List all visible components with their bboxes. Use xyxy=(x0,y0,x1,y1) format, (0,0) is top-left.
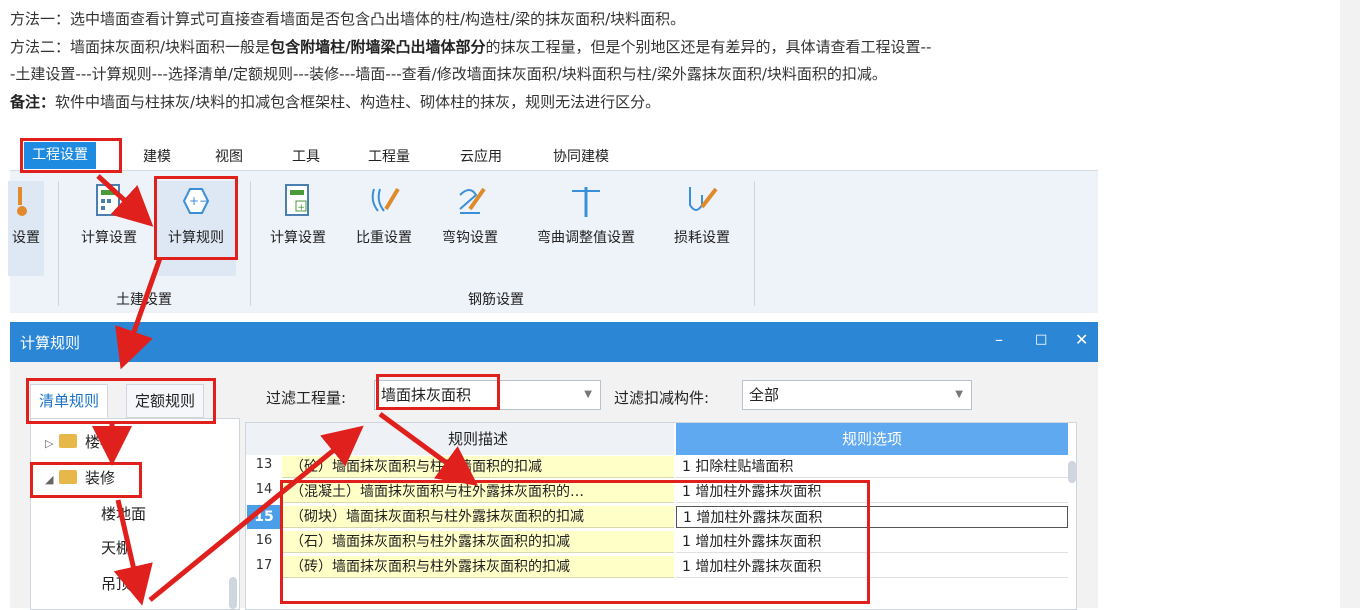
remark: 备注：软件中墙面与柱抹灰/块料的扣减包含框架柱、构造柱、砌体柱的抹灰，规则无法进… xyxy=(10,92,661,111)
ribbon-separator xyxy=(250,181,251,306)
folder-icon xyxy=(59,434,77,448)
highlight-box-rules xyxy=(280,480,870,604)
menu-bar: 工程设置 建模 视图 工具 工程量 云应用 协同建模 xyxy=(10,142,1098,170)
maximize-icon[interactable]: □ xyxy=(1035,332,1047,347)
highlight-box-tabs xyxy=(26,378,216,424)
grid-scrollbar[interactable] xyxy=(1068,461,1076,483)
hook-pencil-icon xyxy=(459,187,486,214)
menu-tab-quantity[interactable]: 工程量 xyxy=(368,146,410,166)
bend-icon xyxy=(572,187,600,217)
ribbon-separator xyxy=(58,181,59,306)
method-one: 方法一：选中墙面查看计算式可直接查看墙面是否包含凸出墙体的柱/构造柱/梁的抹灰面… xyxy=(10,10,686,28)
highlight-box-decoration xyxy=(30,462,142,498)
rebar-group-label: 钢筋设置 xyxy=(468,292,524,308)
menu-tab-collab[interactable]: 协同建模 xyxy=(553,146,609,166)
menu-tab-view[interactable]: 视图 xyxy=(215,146,243,166)
grid-header-opt: 规则选项 xyxy=(676,423,1068,455)
ribbon-separator xyxy=(754,181,755,306)
bend-adjust-settings-button[interactable]: 弯曲调整值设置 xyxy=(518,181,654,247)
expand-icon: ▷ xyxy=(45,437,54,450)
calc-sheet-icon: + xyxy=(285,184,309,216)
highlight-box-filter xyxy=(376,374,500,410)
svg-text:+: + xyxy=(298,203,306,213)
menu-tab-tools[interactable]: 工具 xyxy=(292,146,320,166)
grid-header-desc: 规则描述 xyxy=(282,423,674,455)
method-two-cont: -土建设置---计算规则---选择清单/定额规则---装修---墙面---查看/… xyxy=(10,65,887,83)
menu-tab-modeling[interactable]: 建模 xyxy=(143,146,171,166)
density-settings-button[interactable]: 比重设置 xyxy=(346,181,422,247)
gear-icon xyxy=(17,187,27,216)
chevron-down-icon: ▼ xyxy=(955,389,963,400)
dialog-titlebar: 计算规则 – □ ✕ xyxy=(10,322,1098,362)
tujian-group-label: 土建设置 xyxy=(116,292,172,308)
loss-settings-button[interactable]: 损耗设置 xyxy=(662,181,742,247)
tree-item-ceiling[interactable]: 天棚 xyxy=(101,537,131,558)
minimize-icon[interactable]: – xyxy=(995,330,1003,349)
tree-item-floor[interactable]: 楼地面 xyxy=(101,503,146,524)
method-two: 方法二：墙面抹灰面积/块料面积一般是包含附墙柱/附墙梁凸出墙体部分的抹灰工程量，… xyxy=(10,37,932,56)
rule-tree: ▷ 楼梯 ◢ 装修 楼地面 天棚 吊顶 xyxy=(30,418,240,610)
chevron-down-icon: ▼ xyxy=(584,389,592,400)
hook-settings-button[interactable]: 弯钩设置 xyxy=(432,181,508,247)
highlight-box-project-settings xyxy=(20,138,122,173)
tree-item-stairs[interactable]: ▷ 楼梯 xyxy=(45,431,115,452)
highlight-box-calc-rules xyxy=(154,176,238,260)
tujian-calc-settings-button[interactable]: 计算设置 xyxy=(70,181,148,247)
filter-member-label: 过滤扣减构件: xyxy=(614,389,710,407)
loss-pencil-icon xyxy=(689,187,718,211)
grid-corner xyxy=(246,423,282,455)
ribbon-partial-button[interactable]: 设置 xyxy=(8,181,44,276)
tree-scrollbar[interactable] xyxy=(229,577,237,609)
page-scroll-strip xyxy=(1340,0,1360,608)
article-text: 方法一：选中墙面查看计算式可直接查看墙面是否包含凸出墙体的柱/构造柱/梁的抹灰面… xyxy=(10,6,1330,116)
filter-qty-label: 过滤工程量: xyxy=(266,389,347,407)
close-icon[interactable]: ✕ xyxy=(1075,330,1088,349)
calc-sheet-icon xyxy=(96,184,120,216)
rebar-calc-settings-button[interactable]: + 计算设置 xyxy=(260,181,336,247)
menu-tab-cloud[interactable]: 云应用 xyxy=(460,146,502,166)
spring-pencil-icon xyxy=(371,187,400,212)
tree-item-suspended-ceiling[interactable]: 吊顶 xyxy=(101,573,131,594)
dialog-title: 计算规则 xyxy=(20,334,81,352)
filter-member-select[interactable]: 全部 ▼ xyxy=(742,380,972,410)
